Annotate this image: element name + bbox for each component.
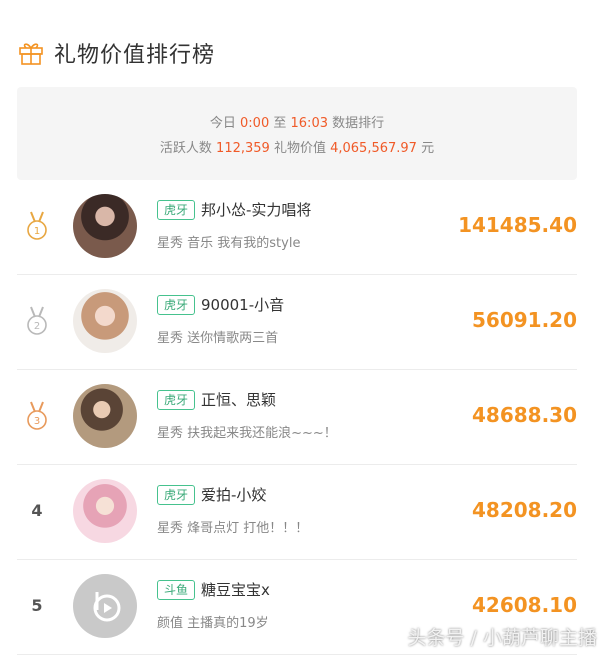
watermark: 头条号 / 小葫芦聊主播 xyxy=(407,627,597,649)
avatar[interactable] xyxy=(73,479,137,543)
avatar[interactable] xyxy=(73,384,137,448)
gift-value: 56091.20 xyxy=(471,308,577,332)
default-avatar-icon xyxy=(93,592,121,622)
platform-badge: 斗鱼 xyxy=(157,580,196,600)
gift-label: 礼物价值 xyxy=(273,141,326,156)
active-label: 活跃人数 xyxy=(159,141,212,156)
page-header: 礼物价值排行榜 xyxy=(18,36,215,70)
streamer-desc: 星秀 音乐 我有我的style xyxy=(157,236,301,251)
today-label: 今日 xyxy=(209,116,236,131)
svg-text:3: 3 xyxy=(34,416,40,427)
platform-badge: 虎牙 xyxy=(157,200,196,220)
platform-badge: 虎牙 xyxy=(157,485,196,505)
summary-panel: 今日 0:00 至 16:03 数据排行 活跃人数 112,359 礼物价值 4… xyxy=(17,87,577,180)
svg-text:2: 2 xyxy=(34,321,40,332)
rank-number: 5 xyxy=(31,596,43,615)
streamer-desc: 颜值 主播真的19岁 xyxy=(157,616,269,631)
streamer-name[interactable]: 糖豆宝宝x xyxy=(201,580,270,600)
rank-number: 4 xyxy=(31,501,43,520)
stats-line: 活跃人数 112,359 礼物价值 4,065,567.97 元 xyxy=(17,137,577,156)
streamer-name[interactable]: 邦小怂-实力唱将 xyxy=(201,200,311,220)
silver-medal-icon: 2 xyxy=(27,306,47,335)
avatar[interactable] xyxy=(73,194,137,258)
gift-total: 4,065,567.97 xyxy=(330,141,417,156)
gift-value: 48688.30 xyxy=(471,403,577,427)
currency-unit: 元 xyxy=(421,141,435,156)
ranking-label: 数据排行 xyxy=(332,116,385,131)
gift-value: 141485.40 xyxy=(458,213,577,237)
gift-value: 48208.20 xyxy=(471,498,577,522)
avatar[interactable] xyxy=(73,289,137,353)
streamer-desc: 星秀 送你情歌两三首 xyxy=(157,331,279,346)
time-range-line: 今日 0:00 至 16:03 数据排行 xyxy=(17,112,577,131)
streamer-name[interactable]: 正恒、思颖 xyxy=(201,390,276,410)
ranking-row[interactable]: 2 虎牙 90001-小音 星秀 送你情歌两三首 56091.20 xyxy=(17,275,577,370)
gold-medal-icon: 1 xyxy=(27,211,47,240)
ranking-row[interactable]: 3 虎牙 正恒、思颖 星秀 扶我起来我还能浪~~~！ 48688.30 xyxy=(17,370,577,465)
gift-value: 42608.10 xyxy=(471,593,577,617)
page-title: 礼物价值排行榜 xyxy=(54,43,216,68)
streamer-desc: 星秀 扶我起来我还能浪~~~！ xyxy=(157,426,337,441)
svg-text:1: 1 xyxy=(34,226,40,237)
platform-badge: 虎牙 xyxy=(157,295,196,315)
streamer-name[interactable]: 爱拍-小姣 xyxy=(201,485,266,505)
start-time: 0:00 xyxy=(240,116,270,131)
avatar[interactable] xyxy=(73,574,137,638)
gift-icon xyxy=(19,43,43,65)
platform-badge: 虎牙 xyxy=(157,390,196,410)
ranking-row[interactable]: 4 虎牙 爱拍-小姣 星秀 烽哥点灯 打他！！！ 48208.20 xyxy=(17,465,577,560)
end-time: 16:03 xyxy=(290,116,328,131)
streamer-desc: 星秀 烽哥点灯 打他！！！ xyxy=(157,521,309,536)
ranking-row[interactable]: 1 虎牙 邦小怂-实力唱将 星秀 音乐 我有我的style 141485.40 xyxy=(17,180,577,275)
active-count: 112,359 xyxy=(216,141,270,156)
ranking-list: 1 虎牙 邦小怂-实力唱将 星秀 音乐 我有我的style 141485.40 … xyxy=(17,180,577,655)
to-label: 至 xyxy=(273,116,287,131)
streamer-name[interactable]: 90001-小音 xyxy=(201,295,284,315)
bronze-medal-icon: 3 xyxy=(27,401,47,430)
